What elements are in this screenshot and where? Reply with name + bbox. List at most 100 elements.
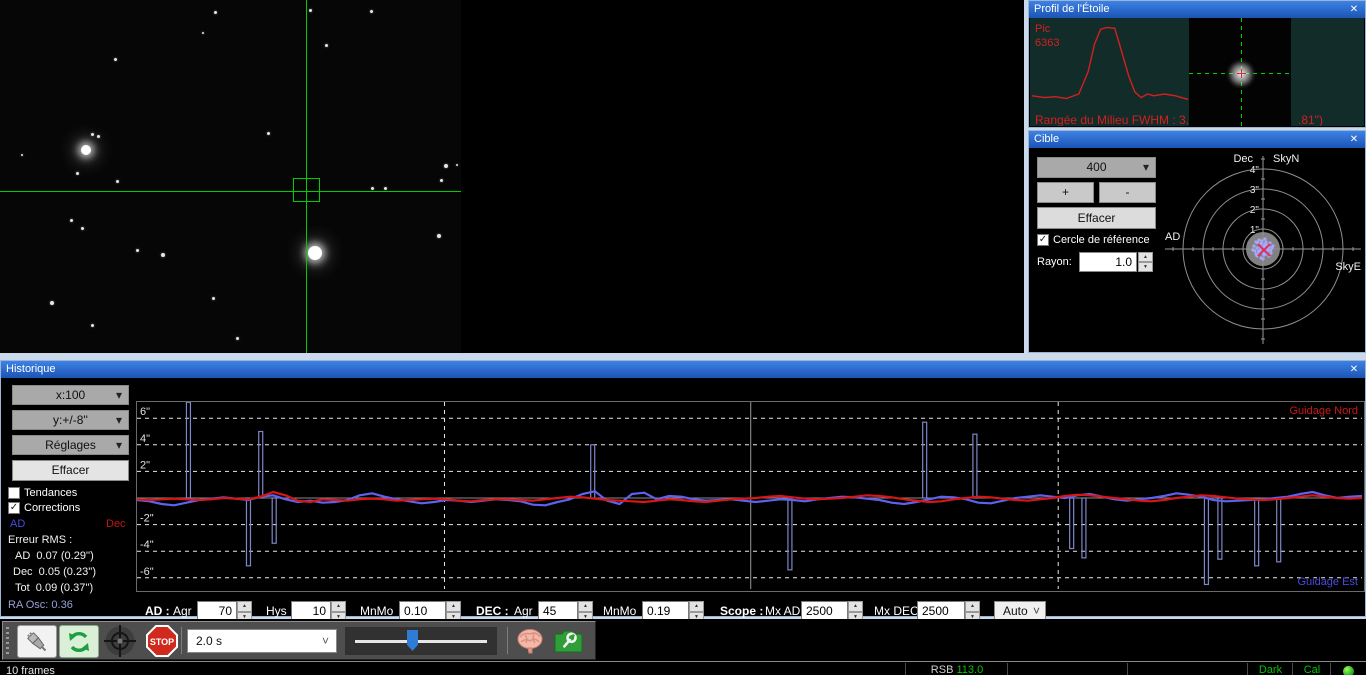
snr-label: RSB	[930, 664, 954, 675]
reference-circle-checkbox[interactable]: ✓	[1037, 234, 1049, 246]
frames-status: 10 frames	[6, 665, 55, 675]
zoom-in-button[interactable]: +	[1037, 182, 1094, 203]
svg-text:2": 2"	[1250, 205, 1260, 216]
svg-text:SkyE: SkyE	[1335, 261, 1361, 273]
trendlines-row[interactable]: Tendances	[8, 487, 77, 499]
star	[235, 336, 239, 340]
x-scale-select[interactable]: x:100 ▾	[12, 385, 129, 405]
star	[202, 32, 204, 34]
star	[324, 43, 328, 47]
radius-input[interactable]: 1.0	[1079, 252, 1137, 272]
dec-color-label: Dec	[106, 518, 126, 530]
star	[211, 296, 215, 300]
scope-section-label: Scope :	[720, 604, 764, 618]
guide-star-icon	[104, 624, 136, 657]
dec-section-label: DEC :	[476, 604, 509, 618]
status-cell-empty	[1127, 663, 1248, 675]
y-scale-select[interactable]: y:+/-8'' ▾	[12, 410, 129, 430]
reference-circle-row[interactable]: ✓ Cercle de référence	[1037, 234, 1150, 246]
target-titlebar[interactable]: Cible ✕	[1029, 131, 1365, 148]
chevron-down-icon: ▾	[115, 388, 122, 402]
toolbar-row: STOP 2.0 s ˅	[0, 619, 1366, 662]
star	[456, 164, 458, 166]
chevron-down-icon: ▾	[115, 413, 122, 427]
status-cell-empty	[1007, 663, 1128, 675]
zoom-out-button[interactable]: -	[1099, 182, 1156, 203]
camera-settings-icon	[554, 630, 583, 652]
star	[21, 154, 23, 156]
star	[113, 57, 117, 61]
star	[308, 246, 322, 260]
lock-position-box	[293, 178, 320, 202]
gamma-slider-handle[interactable]	[407, 630, 418, 651]
target-panel: Cible ✕ 400 ▾ + - Effacer ✓ Cercle de ré…	[1028, 130, 1366, 353]
exposure-select[interactable]: 2.0 s ˅	[187, 629, 337, 653]
camera-frame	[0, 0, 461, 353]
fwhm-suffix: .81")	[1298, 113, 1323, 126]
spin-up-icon[interactable]: ▲	[1138, 252, 1153, 262]
star	[80, 226, 84, 230]
corrections-checkbox[interactable]: ✓	[8, 502, 20, 514]
snr-value: 113.0	[956, 664, 984, 675]
toolbar: STOP 2.0 s ˅	[2, 621, 596, 660]
svg-text:4": 4"	[1250, 165, 1260, 176]
stop-button[interactable]: STOP	[143, 624, 181, 657]
advanced-settings-button[interactable]	[513, 625, 547, 656]
close-icon[interactable]: ✕	[1347, 131, 1361, 148]
rms-dec: Dec 0.05 (0.23'')	[13, 566, 97, 578]
camera-view[interactable]	[0, 0, 1024, 353]
ra-osc: RA Osc: 0.36	[8, 599, 73, 611]
history-titlebar[interactable]: Historique ✕	[1, 361, 1365, 378]
dec-minmove-label: MnMo	[603, 604, 637, 618]
radius-label: Rayon:	[1037, 256, 1072, 268]
max-dec-label: Mx DEC	[874, 604, 919, 618]
star	[50, 301, 54, 305]
toolbar-grip[interactable]	[6, 627, 9, 654]
close-icon[interactable]: ✕	[1347, 1, 1361, 18]
star	[439, 178, 443, 182]
crosshair-vertical	[306, 0, 307, 353]
clear-history-button[interactable]: Effacer	[12, 460, 129, 481]
status-led-icon	[1343, 666, 1354, 675]
star	[437, 234, 441, 238]
toolbar-separator	[181, 627, 182, 654]
ra-color-label: AD	[10, 518, 26, 530]
star	[383, 186, 387, 190]
star	[266, 131, 270, 135]
star	[115, 179, 119, 183]
trendlines-checkbox[interactable]	[8, 487, 20, 499]
gamma-slider-panel	[345, 627, 497, 655]
camera-settings-button[interactable]	[551, 625, 585, 656]
loop-exposures-icon	[69, 631, 89, 652]
star-profile-title: Profil de l'Étoile	[1034, 3, 1110, 15]
corrections-label: Corrections	[24, 502, 81, 514]
hys-label: Hys	[266, 604, 287, 618]
settings-select[interactable]: Réglages ▾	[12, 435, 129, 455]
spin-down-icon[interactable]: ▼	[1138, 262, 1153, 272]
guide-params-row: AD : Agr 70 ▲ ▼ Hys 10 ▲ ▼ MnMo 0.10 ▲ ▼ DE…	[136, 378, 1364, 622]
close-icon[interactable]: ✕	[1347, 361, 1361, 378]
trendlines-label: Tendances	[24, 487, 78, 499]
rms-title: Erreur RMS :	[8, 534, 73, 546]
snr-cell: RSB 113.0	[905, 663, 1008, 675]
gamma-slider-track[interactable]	[355, 640, 487, 643]
dec-aggr-label: Agr	[514, 604, 533, 618]
zoom-select[interactable]: 400 ▾	[1037, 157, 1156, 178]
status-bar: 10 frames RSB 113.0 Dark Cal	[0, 661, 1366, 675]
star	[213, 10, 217, 14]
svg-text:Dec: Dec	[1233, 153, 1253, 165]
crosshair-horizontal	[0, 191, 461, 192]
corrections-row[interactable]: ✓ Corrections	[8, 502, 80, 514]
history-graph-panel: Historique ✕ x:100 ▾ y:+/-8'' ▾ Réglages ▾ …	[0, 360, 1366, 622]
star	[135, 248, 139, 252]
connect-button[interactable]	[17, 625, 57, 658]
stop-icon: STOP	[146, 624, 178, 657]
ra-section-label: AD :	[145, 604, 170, 618]
star-profile-titlebar[interactable]: Profil de l'Étoile ✕	[1029, 1, 1365, 18]
max-ra-label: Mx AD	[765, 604, 801, 618]
loop-exposures-button[interactable]	[59, 625, 99, 658]
radius-spinner[interactable]: ▲ ▼	[1138, 252, 1153, 272]
star	[81, 145, 91, 155]
clear-target-button[interactable]: Effacer	[1037, 207, 1156, 229]
guide-button[interactable]	[101, 624, 139, 657]
